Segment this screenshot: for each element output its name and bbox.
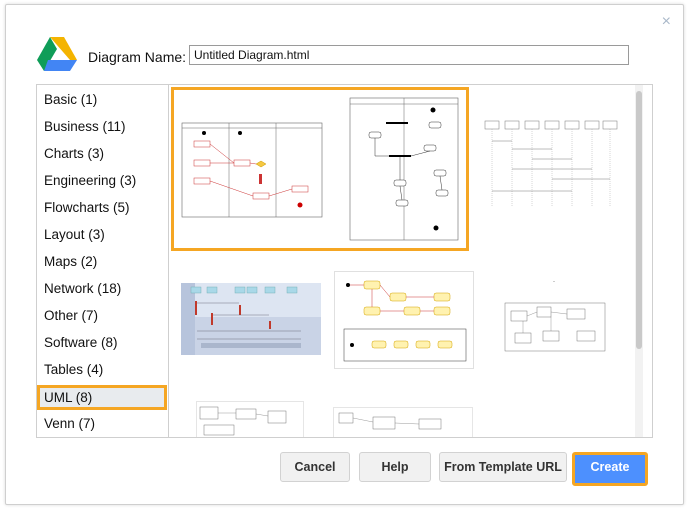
- template-scrollbar-track[interactable]: [635, 85, 643, 437]
- sidebar-item-maps[interactable]: Maps (2): [37, 249, 167, 274]
- close-icon[interactable]: ×: [662, 13, 671, 31]
- sidebar-item-venn[interactable]: Venn (7): [37, 411, 167, 436]
- sidebar-item-flowcharts[interactable]: Flowcharts (5): [37, 195, 167, 220]
- template-scrollbar-thumb[interactable]: [636, 91, 642, 349]
- sidebar-item-uml[interactable]: UML (8): [37, 385, 167, 410]
- sidebar-item-basic[interactable]: Basic (1): [37, 87, 167, 112]
- template-grid: [169, 85, 643, 437]
- sidebar-item-business[interactable]: Business (11): [37, 114, 167, 139]
- template-thumbnail-class[interactable]: [503, 280, 611, 353]
- activity-diagram-preview: [181, 97, 459, 241]
- component-diagram-preview: [196, 401, 304, 437]
- template-thumbnail-activity[interactable]: [171, 87, 469, 251]
- template-thumbnail-state[interactable]: [334, 271, 474, 369]
- class-diagram-preview: [504, 280, 606, 352]
- new-diagram-dialog: × Diagram Name: Basic (1) Business (11) …: [5, 4, 684, 505]
- deployment-diagram-preview: [333, 407, 473, 437]
- sequence-diagram-preview: [484, 120, 618, 207]
- create-button[interactable]: Create: [572, 452, 648, 486]
- swimlane-diagram-preview: [181, 283, 321, 355]
- diagram-name-input[interactable]: [189, 45, 629, 65]
- template-thumbnail-deployment[interactable]: [333, 407, 473, 437]
- sidebar-item-network[interactable]: Network (18): [37, 276, 167, 301]
- sidebar-item-other[interactable]: Other (7): [37, 303, 167, 328]
- sidebar-item-software[interactable]: Software (8): [37, 330, 167, 355]
- from-template-url-button[interactable]: From Template URL: [439, 452, 567, 482]
- state-diagram-preview: [334, 271, 474, 369]
- template-thumbnail-sequence[interactable]: [481, 115, 621, 215]
- sidebar-item-engineering[interactable]: Engineering (3): [37, 168, 167, 193]
- template-thumbnail-component[interactable]: [196, 401, 304, 437]
- template-browser: Basic (1) Business (11) Charts (3) Engin…: [36, 84, 653, 438]
- google-drive-logo: [37, 37, 77, 71]
- sidebar-item-layout[interactable]: Layout (3): [37, 222, 167, 247]
- sidebar-item-charts[interactable]: Charts (3): [37, 141, 167, 166]
- category-sidebar: Basic (1) Business (11) Charts (3) Engin…: [37, 85, 169, 437]
- diagram-name-label: Diagram Name:: [88, 49, 187, 65]
- sidebar-item-tables[interactable]: Tables (4): [37, 357, 167, 382]
- template-thumbnail-swimlane[interactable]: [181, 283, 321, 355]
- help-button[interactable]: Help: [359, 452, 431, 482]
- cancel-button[interactable]: Cancel: [280, 452, 350, 482]
